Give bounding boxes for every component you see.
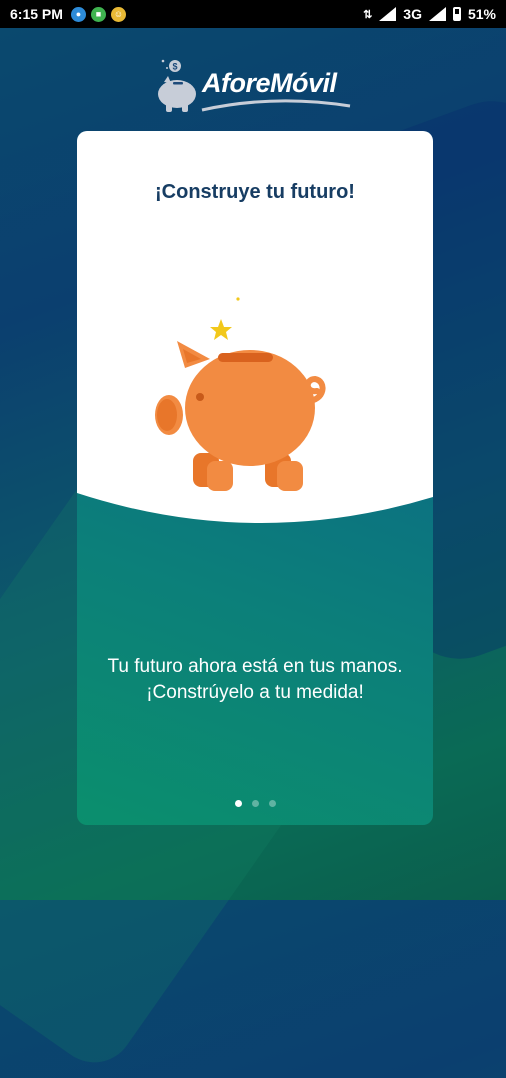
page-indicator[interactable] — [77, 800, 433, 807]
page-dot-1[interactable] — [234, 800, 242, 807]
onboarding-card[interactable]: ¡Construye tu futuro! Tu futuro ahora es… — [77, 131, 433, 825]
battery-percent: 51% — [467, 6, 496, 22]
status-indicators: ⇅ 3G 51% — [363, 6, 496, 22]
onboarding-title: ¡Construye tu futuro! — [155, 181, 355, 203]
network-type: 3G — [403, 6, 422, 22]
data-arrows-icon: ⇅ — [363, 8, 373, 21]
battery-icon — [452, 7, 461, 21]
page-dot-2[interactable] — [251, 800, 259, 807]
status-time: 6:15 PM — [10, 6, 63, 22]
page-dot-3[interactable] — [268, 800, 276, 807]
emoji-icon: ☺ — [110, 6, 126, 22]
svg-text:$: $ — [172, 62, 177, 72]
signal-icon — [428, 7, 446, 21]
signal-icon — [379, 7, 397, 21]
android-icon: ■ — [90, 6, 106, 22]
piggy-bank-icon — [155, 297, 326, 491]
shield-icon: ● — [70, 6, 86, 22]
app-logo-text: AforeMóvil — [202, 68, 337, 98]
app-logo: $ AforeMóvil — [154, 54, 354, 118]
onboarding-description: Tu futuro ahora está en tus manos. ¡Cons… — [107, 656, 403, 703]
status-bar: 6:15 PM ● ■ ☺ ⇅ 3G 51% — [0, 0, 506, 28]
